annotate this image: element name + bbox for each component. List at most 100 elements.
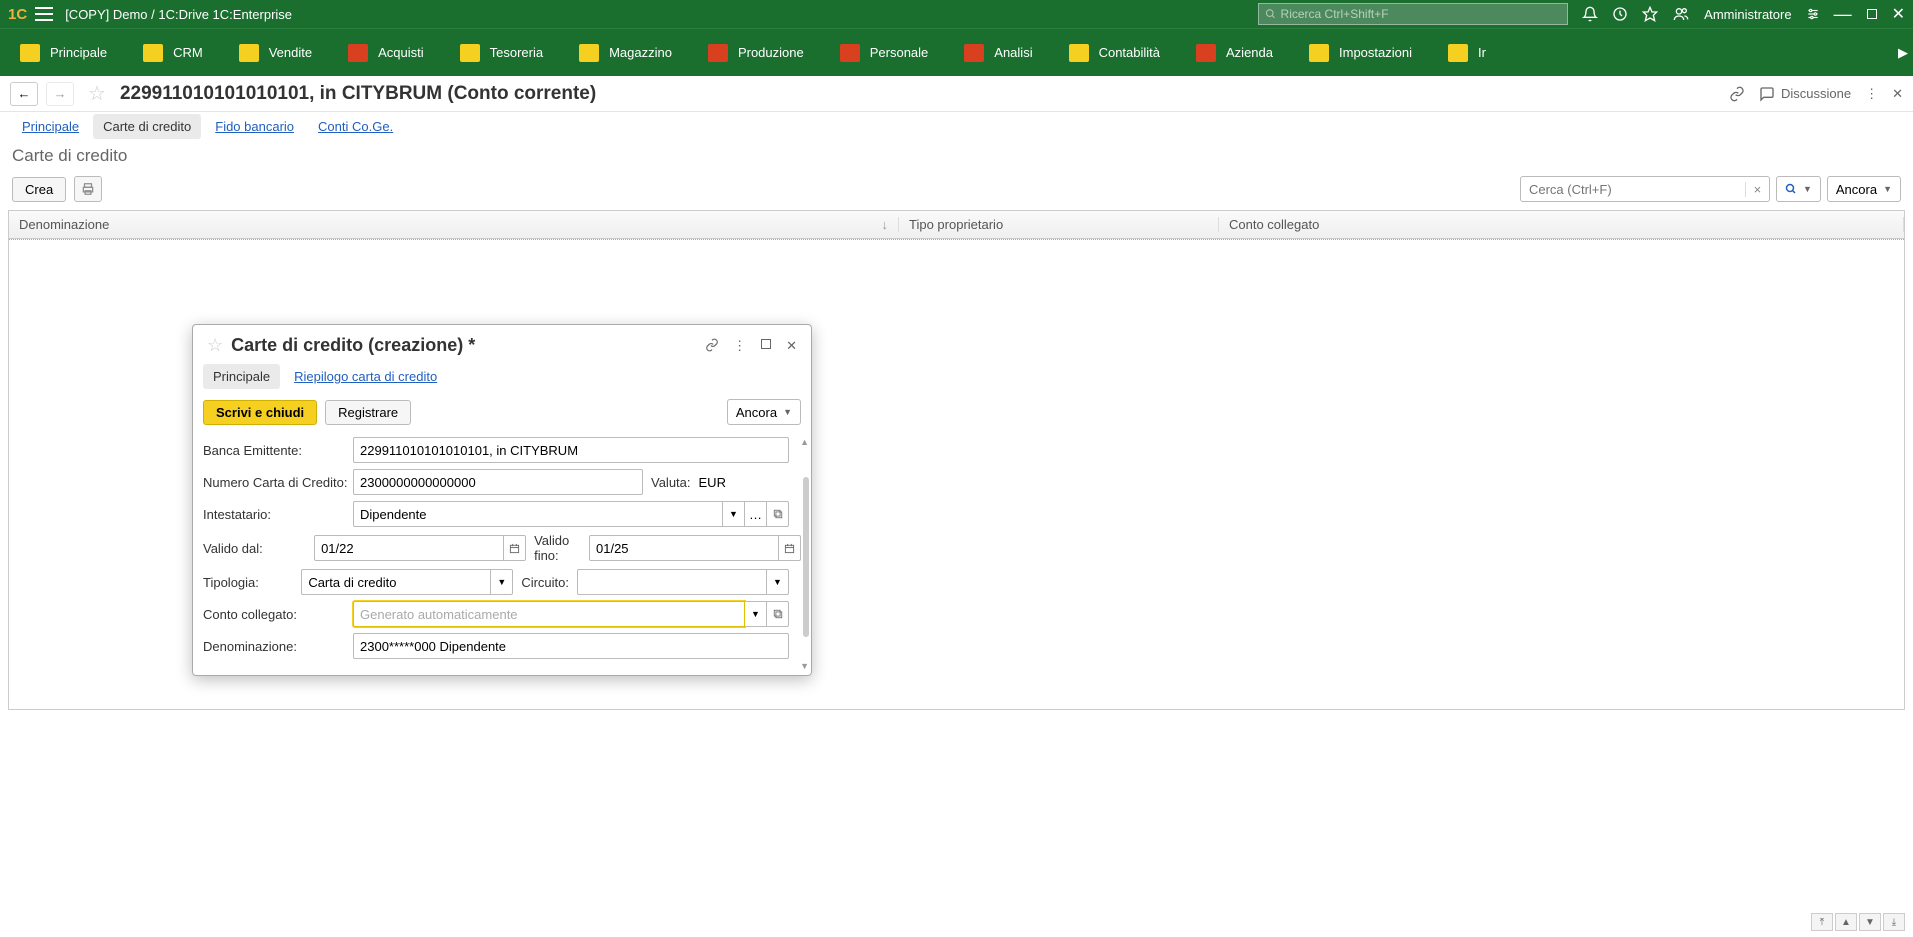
nav-crm[interactable]: CRM: [131, 29, 227, 76]
search-dropdown-button[interactable]: ▼: [1776, 176, 1821, 202]
name-input[interactable]: [353, 633, 789, 659]
settings-icon[interactable]: [1806, 7, 1820, 21]
holder-ellipsis-button[interactable]: …: [745, 501, 767, 527]
holder-input[interactable]: [353, 501, 723, 527]
favorite-toggle[interactable]: ☆: [88, 81, 106, 106]
menu-button[interactable]: [35, 7, 53, 21]
holder-label: Intestatario:: [203, 507, 353, 522]
close-button[interactable]: ✕: [1892, 4, 1905, 24]
scrollbar[interactable]: [803, 477, 809, 637]
bell-icon[interactable]: [1582, 6, 1598, 22]
maximize-button[interactable]: [1866, 8, 1878, 20]
nav-magazzino[interactable]: Magazzino: [567, 29, 696, 76]
scroll-up-icon[interactable]: ▲: [800, 437, 809, 447]
type-label: Tipologia:: [203, 575, 301, 590]
chat-icon: [1759, 86, 1775, 102]
circuit-input[interactable]: [577, 569, 767, 595]
dialog-kebab-menu[interactable]: ⋮: [733, 338, 746, 354]
col-denominazione[interactable]: Denominazione: [9, 217, 899, 232]
users-icon[interactable]: [1672, 6, 1690, 22]
history-icon[interactable]: [1612, 6, 1628, 22]
currency-value: EUR: [699, 475, 726, 490]
tab-carte-di-credito[interactable]: Carte di credito: [93, 114, 201, 139]
bank-input[interactable]: [353, 437, 789, 463]
app-logo: 1C: [8, 6, 27, 23]
print-button[interactable]: [74, 176, 102, 202]
col-conto-collegato[interactable]: Conto collegato: [1219, 217, 1904, 232]
section-title: Carte di credito: [0, 140, 1913, 176]
cardnum-input[interactable]: [353, 469, 643, 495]
scroll-top-button[interactable]: ⤒: [1811, 913, 1833, 931]
circuit-label: Circuito:: [513, 575, 577, 590]
holder-open-button[interactable]: [767, 501, 789, 527]
create-button[interactable]: Crea: [12, 177, 66, 202]
nav-scroll-right[interactable]: ▶: [1893, 29, 1913, 76]
search-icon: [1265, 8, 1276, 20]
link-icon[interactable]: [1729, 86, 1745, 102]
scroll-bottom-button[interactable]: ⤓: [1883, 913, 1905, 931]
dialog-favorite-toggle[interactable]: ☆: [207, 335, 223, 356]
maximize-icon[interactable]: [760, 338, 772, 350]
nav-vendite[interactable]: Vendite: [227, 29, 336, 76]
close-page-button[interactable]: ✕: [1892, 86, 1903, 102]
tab-conti-coge[interactable]: Conti Co.Ge.: [308, 114, 403, 139]
holder-dropdown-button[interactable]: ▼: [723, 501, 745, 527]
validfrom-input[interactable]: [314, 535, 504, 561]
page-title: 229911010101010101, in CITYBRUM (Conto c…: [120, 83, 596, 105]
account-open-button[interactable]: [767, 601, 789, 627]
kebab-menu[interactable]: ⋮: [1865, 86, 1878, 102]
star-icon[interactable]: [1642, 6, 1658, 22]
nav-produzione[interactable]: Produzione: [696, 29, 828, 76]
titlebar: 1C [COPY] Demo / 1C:Drive 1C:Enterprise …: [0, 0, 1913, 28]
nav-overflow[interactable]: Ir: [1436, 29, 1510, 76]
validto-calendar-button[interactable]: [779, 535, 801, 561]
nav-principale[interactable]: Principale: [8, 29, 131, 76]
type-dropdown-button[interactable]: ▼: [491, 569, 513, 595]
save-close-button[interactable]: Scrivi e chiudi: [203, 400, 317, 425]
scroll-up-button[interactable]: ▲: [1835, 913, 1857, 931]
calendar-icon: [509, 543, 520, 554]
tab-principale[interactable]: Principale: [12, 114, 89, 139]
type-input[interactable]: [301, 569, 491, 595]
more-button[interactable]: Ancora ▼: [1827, 176, 1901, 202]
scroll-down-icon[interactable]: ▼: [800, 661, 809, 671]
nav-impostazioni[interactable]: Impostazioni: [1297, 29, 1436, 76]
nav-contabilita[interactable]: Contabilità: [1057, 29, 1184, 76]
nav-analisi[interactable]: Analisi: [952, 29, 1056, 76]
list-search-input[interactable]: [1521, 182, 1745, 197]
minimize-button[interactable]: —: [1834, 4, 1852, 25]
clear-search-button[interactable]: ×: [1745, 182, 1769, 197]
back-button[interactable]: ←: [10, 82, 38, 106]
circuit-dropdown-button[interactable]: ▼: [767, 569, 789, 595]
col-tipo-proprietario[interactable]: Tipo proprietario: [899, 217, 1219, 232]
nav-personale[interactable]: Personale: [828, 29, 953, 76]
dialog-tab-riepilogo[interactable]: Riepilogo carta di credito: [284, 364, 447, 389]
dialog-tab-principale[interactable]: Principale: [203, 364, 280, 389]
user-label[interactable]: Amministratore: [1704, 7, 1791, 22]
nav-tesoreria[interactable]: Tesoreria: [448, 29, 567, 76]
nav-azienda[interactable]: Azienda: [1184, 29, 1297, 76]
dialog-close-button[interactable]: ✕: [786, 338, 797, 354]
forward-button[interactable]: →: [46, 82, 74, 106]
dialog-more-button[interactable]: Ancora ▼: [727, 399, 801, 425]
validfrom-calendar-button[interactable]: [504, 535, 526, 561]
list-search[interactable]: ×: [1520, 176, 1770, 202]
validfrom-label: Valido dal:: [203, 541, 314, 556]
global-search[interactable]: [1258, 3, 1568, 25]
scroll-down-button[interactable]: ▼: [1859, 913, 1881, 931]
page-toolbar: ← → ☆ 229911010101010101, in CITYBRUM (C…: [0, 76, 1913, 112]
currency-label: Valuta:: [643, 475, 699, 490]
link-icon[interactable]: [705, 338, 719, 352]
save-button[interactable]: Registrare: [325, 400, 411, 425]
validto-input[interactable]: [589, 535, 779, 561]
global-search-input[interactable]: [1281, 7, 1562, 21]
tab-fido-bancario[interactable]: Fido bancario: [205, 114, 304, 139]
discuss-button[interactable]: Discussione: [1759, 86, 1851, 102]
bank-label: Banca Emittente:: [203, 443, 353, 458]
account-input[interactable]: [353, 601, 745, 627]
main-nav: Principale CRM Vendite Acquisti Tesoreri…: [0, 28, 1913, 76]
cardnum-label: Numero Carta di Credito:: [203, 475, 353, 490]
account-dropdown-button[interactable]: ▼: [745, 601, 767, 627]
nav-acquisti[interactable]: Acquisti: [336, 29, 448, 76]
dialog-title: Carte di credito (creazione) *: [231, 335, 697, 356]
